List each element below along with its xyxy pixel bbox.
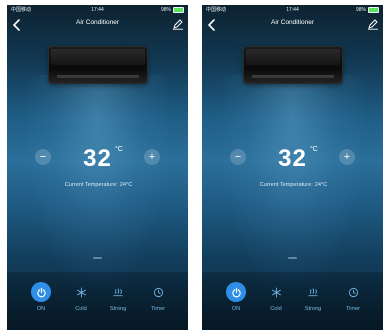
- ac-unit-panel: [246, 49, 340, 65]
- mode-button[interactable]: Cold: [258, 282, 294, 312]
- ac-unit-vent: [57, 75, 139, 78]
- timer-label: Timer: [345, 306, 361, 312]
- battery-icon: [368, 7, 379, 13]
- status-bar: 中国移动 17:44 98%: [202, 5, 383, 15]
- air-conditioner-image: [244, 47, 342, 83]
- power-label: ON: [231, 306, 241, 312]
- increase-temp-button[interactable]: +: [339, 149, 355, 165]
- status-right: 98%: [356, 5, 379, 15]
- timer-button[interactable]: Timer: [140, 282, 176, 312]
- drag-handle[interactable]: [93, 257, 102, 259]
- clock-icon: [148, 282, 168, 302]
- drag-handle[interactable]: [288, 257, 297, 259]
- temperature-control: − 32 °C +: [202, 145, 383, 175]
- light-glow: [222, 75, 363, 285]
- fan-speed-label: Strong: [109, 306, 127, 312]
- phone-screen-left: 中国移动 17:44 98% Air Conditioner − 32 °C +…: [7, 5, 188, 330]
- snowflake-icon: [266, 282, 286, 302]
- power-button[interactable]: ON: [218, 282, 254, 312]
- power-icon: [226, 282, 246, 302]
- mode-label: Cold: [75, 306, 87, 312]
- edit-icon[interactable]: [367, 18, 379, 30]
- ac-unit-panel: [51, 49, 145, 65]
- set-temperature: 32: [83, 145, 112, 172]
- mode-button[interactable]: Cold: [63, 282, 99, 312]
- increase-temp-button[interactable]: +: [144, 149, 160, 165]
- nav-bar: Air Conditioner: [202, 17, 383, 33]
- power-button[interactable]: ON: [23, 282, 59, 312]
- current-temperature-label: Current Temperature:: [259, 182, 313, 188]
- air-conditioner-image: [49, 47, 147, 83]
- power-icon: [31, 282, 51, 302]
- temperature-unit: °C: [115, 146, 123, 153]
- power-label: ON: [36, 306, 46, 312]
- current-temperature: Current Temperature: 24°C: [7, 182, 188, 188]
- current-temperature-value: 24°C: [314, 182, 328, 188]
- nav-bar: Air Conditioner: [7, 17, 188, 33]
- control-bar: ON Cold Strong Timer: [7, 272, 188, 330]
- battery-percent: 98%: [160, 7, 171, 13]
- clock-icon: [343, 282, 363, 302]
- battery-percent: 98%: [355, 7, 366, 13]
- snowflake-icon: [71, 282, 91, 302]
- current-temperature: Current Temperature: 24°C: [202, 182, 383, 188]
- phone-screen-right: 中国移动 17:44 98% Air Conditioner − 32 °C +…: [202, 5, 383, 330]
- control-bar: ON Cold Strong Timer: [202, 272, 383, 330]
- wind-strong-icon: [303, 282, 323, 302]
- edit-icon[interactable]: [172, 18, 184, 30]
- fan-speed-button[interactable]: Strong: [295, 282, 331, 312]
- temperature-control: − 32 °C +: [7, 145, 188, 175]
- timer-button[interactable]: Timer: [335, 282, 371, 312]
- wind-strong-icon: [108, 282, 128, 302]
- fan-speed-button[interactable]: Strong: [100, 282, 136, 312]
- temperature-unit: °C: [310, 146, 318, 153]
- mode-label: Cold: [270, 306, 282, 312]
- timer-label: Timer: [150, 306, 166, 312]
- status-bar: 中国移动 17:44 98%: [7, 5, 188, 15]
- page-title: Air Conditioner: [271, 19, 314, 26]
- light-glow: [27, 75, 168, 285]
- ac-unit-vent: [252, 75, 334, 78]
- status-right: 98%: [161, 5, 184, 15]
- set-temperature: 32: [278, 145, 307, 172]
- fan-speed-label: Strong: [304, 306, 322, 312]
- current-temperature-label: Current Temperature:: [64, 182, 118, 188]
- battery-icon: [173, 7, 184, 13]
- page-title: Air Conditioner: [76, 19, 119, 26]
- current-temperature-value: 24°C: [119, 182, 133, 188]
